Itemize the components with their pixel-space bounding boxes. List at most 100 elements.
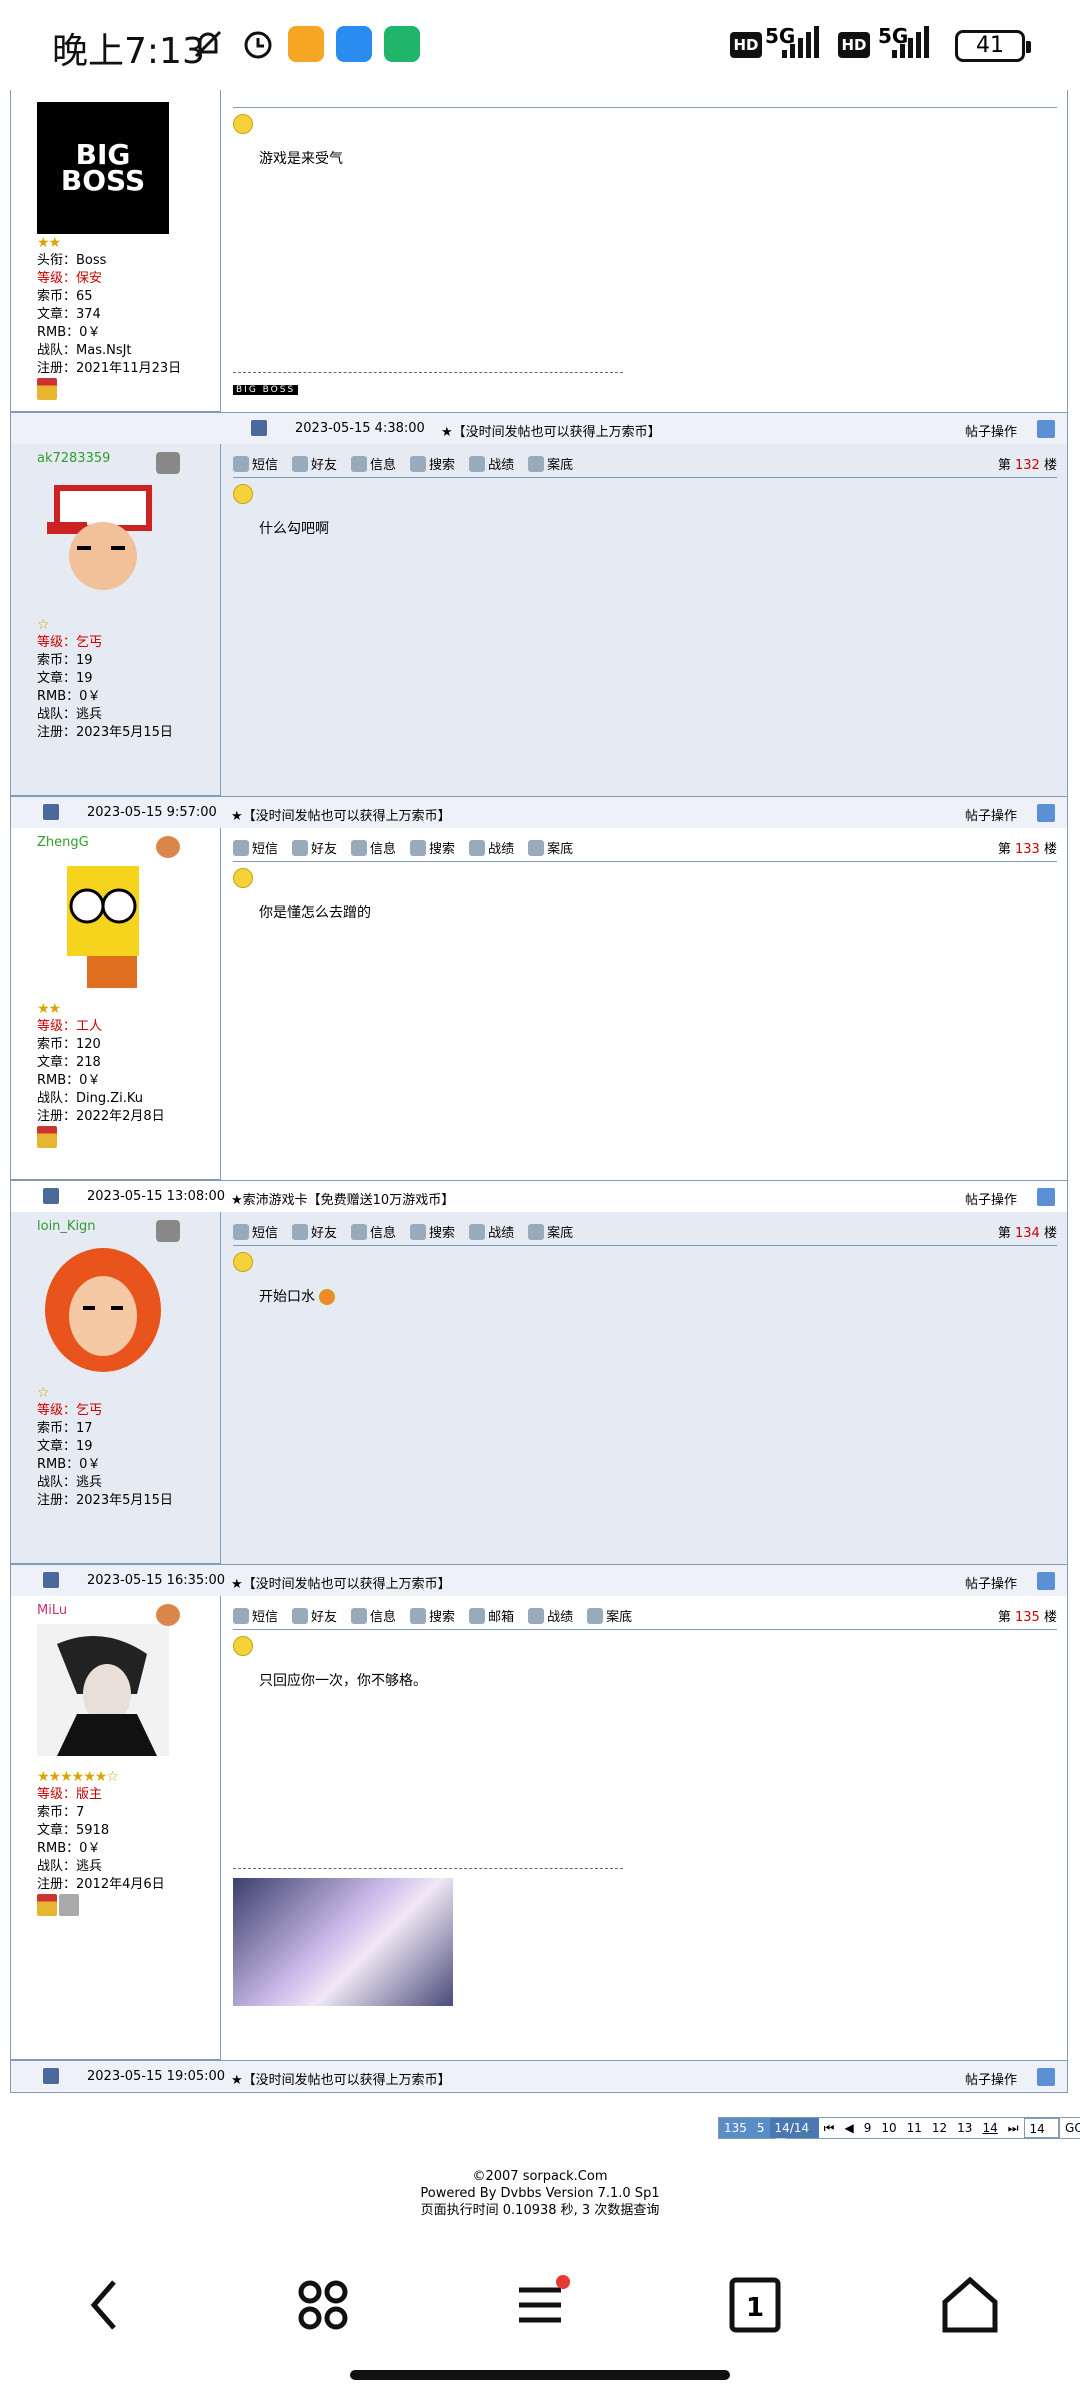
record-button[interactable]: 战绩	[469, 838, 514, 857]
search-button[interactable]: 搜索	[410, 1606, 455, 1625]
avatar: BIG BOSS	[37, 102, 169, 234]
record-button[interactable]: 战绩	[528, 1606, 573, 1625]
label-team: 战队：	[37, 1475, 77, 1490]
case-label: 案底	[547, 1226, 574, 1241]
apps-icon[interactable]	[288, 2270, 358, 2340]
back-icon[interactable]	[72, 2270, 142, 2340]
msg-button[interactable]: 短信	[233, 454, 278, 473]
ad-link[interactable]: ★【没时间发帖也可以获得上万索币】	[231, 2069, 451, 2088]
case-button[interactable]: 案底	[587, 1606, 632, 1625]
page-count: 14/14页	[769, 2118, 819, 2151]
label-coins: 索币：	[37, 1421, 77, 1436]
page-input[interactable]: 14	[1023, 2118, 1060, 2138]
label-rmb: RMB：	[37, 1073, 80, 1088]
svg-text:1: 1	[746, 2293, 764, 2323]
page-11[interactable]: 11	[902, 2118, 927, 2138]
info-button[interactable]: 信息	[351, 838, 396, 857]
first-page-button[interactable]: ⏮	[819, 2118, 840, 2138]
info-button[interactable]: 信息	[351, 1222, 396, 1241]
search-icon	[410, 455, 427, 472]
case-button[interactable]: 案底	[528, 454, 573, 473]
floor-suffix: 楼	[1043, 1610, 1057, 1625]
ad-link[interactable]: ★索沛游戏卡【免费赠送10万游戏币】	[231, 1189, 454, 1208]
last-page-button[interactable]: ⏭	[1003, 2118, 1024, 2138]
app-icon	[336, 26, 372, 62]
info-button[interactable]: 信息	[351, 1606, 396, 1625]
user-reg: 注册：2023年5月15日	[37, 724, 220, 742]
msg-label: 短信	[252, 842, 279, 857]
msg-button[interactable]: 短信	[233, 838, 278, 857]
post-ops-button[interactable]: 帖子操作	[965, 805, 1017, 824]
ad-link[interactable]: ★【没时间发帖也可以获得上万索币】	[231, 1573, 451, 1592]
msg-button[interactable]: 短信	[233, 1222, 278, 1241]
record-button[interactable]: 战绩	[469, 454, 514, 473]
page-10[interactable]: 10	[876, 2118, 901, 2138]
scroll-top-icon[interactable]	[1037, 2068, 1055, 2086]
tabs-icon[interactable]: 1	[720, 2270, 790, 2340]
username[interactable]: MiLu	[37, 1602, 220, 1622]
post-ops-button[interactable]: 帖子操作	[965, 1189, 1017, 1208]
menu-icon[interactable]	[505, 2270, 575, 2340]
floor-value: 135	[1015, 1610, 1040, 1625]
floor-prefix: 第	[997, 1226, 1011, 1241]
page-9[interactable]: 9	[859, 2118, 877, 2138]
alarm-icon	[244, 31, 272, 59]
search-button[interactable]: 搜索	[410, 454, 455, 473]
username[interactable]: ZhengG	[37, 834, 220, 854]
ad-link[interactable]: ★【没时间发帖也可以获得上万索币】	[231, 805, 451, 824]
user-coins: 索币：65	[37, 288, 220, 306]
prev-page-button[interactable]: ◀	[839, 2118, 858, 2138]
signal-icon	[782, 26, 819, 58]
search-label: 搜索	[429, 458, 456, 473]
user-team: 战队：Ding.Zi.Ku	[37, 1090, 220, 1108]
friend-button[interactable]: 好友	[292, 838, 337, 857]
signature-image	[233, 1878, 453, 2006]
search-button[interactable]: 搜索	[410, 838, 455, 857]
scroll-top-icon[interactable]	[1037, 1188, 1055, 1206]
info-label: 信息	[370, 1610, 397, 1625]
friend-button[interactable]: 好友	[292, 454, 337, 473]
case-button[interactable]: 案底	[528, 838, 573, 857]
scroll-top-icon[interactable]	[1037, 1572, 1055, 1590]
scroll-top-icon[interactable]	[1037, 420, 1055, 438]
value-team: Ding.Zi.Ku	[76, 1091, 144, 1106]
user-level: 等级：版主	[37, 1786, 220, 1804]
username[interactable]: loin_Kign	[37, 1218, 220, 1238]
battery-icon: 41	[955, 30, 1031, 62]
label-title: 头衔：	[37, 253, 77, 268]
record-label: 战绩	[488, 458, 515, 473]
value-articles: 19	[76, 671, 93, 686]
case-button[interactable]: 案底	[528, 1222, 573, 1241]
go-button[interactable]: GO	[1059, 2118, 1080, 2138]
exec-time: 页面执行时间 0.10938 秒, 3 次数据查询	[420, 2203, 660, 2218]
info-label: 信息	[370, 842, 397, 857]
post-ops-button[interactable]: 帖子操作	[965, 2069, 1017, 2088]
post-ops-button[interactable]: 帖子操作	[965, 421, 1017, 440]
page-13[interactable]: 13	[952, 2118, 977, 2138]
label-rmb: RMB：	[37, 1457, 80, 1472]
mail-button[interactable]: 邮箱	[469, 1606, 514, 1625]
search-button[interactable]: 搜索	[410, 1222, 455, 1241]
computer-icon	[43, 804, 59, 820]
label-rmb: RMB：	[37, 325, 80, 340]
label-coins: 索币：	[37, 1037, 77, 1052]
info-button[interactable]: 信息	[351, 454, 396, 473]
mail-label: 邮箱	[488, 1610, 515, 1625]
info-icon	[351, 839, 368, 856]
username[interactable]: ak7283359	[37, 450, 220, 470]
home-indicator[interactable]	[350, 2370, 730, 2380]
weibo-icon	[288, 26, 324, 62]
label-level: 等级：	[37, 1403, 77, 1418]
ad-link[interactable]: ★【没时间发帖也可以获得上万索币】	[441, 421, 661, 440]
home-icon[interactable]	[935, 2270, 1005, 2340]
page-12[interactable]: 12	[927, 2118, 952, 2138]
msg-button[interactable]: 短信	[233, 1606, 278, 1625]
value-rmb: 0￥	[79, 1841, 101, 1856]
scroll-top-icon[interactable]	[1037, 804, 1055, 822]
page-14[interactable]: 14	[977, 2118, 1002, 2138]
friend-button[interactable]: 好友	[292, 1222, 337, 1241]
record-button[interactable]: 战绩	[469, 1222, 514, 1241]
friend-button[interactable]: 好友	[292, 1606, 337, 1625]
value-reg: 2022年2月8日	[76, 1109, 165, 1124]
post-ops-button[interactable]: 帖子操作	[965, 1573, 1017, 1592]
